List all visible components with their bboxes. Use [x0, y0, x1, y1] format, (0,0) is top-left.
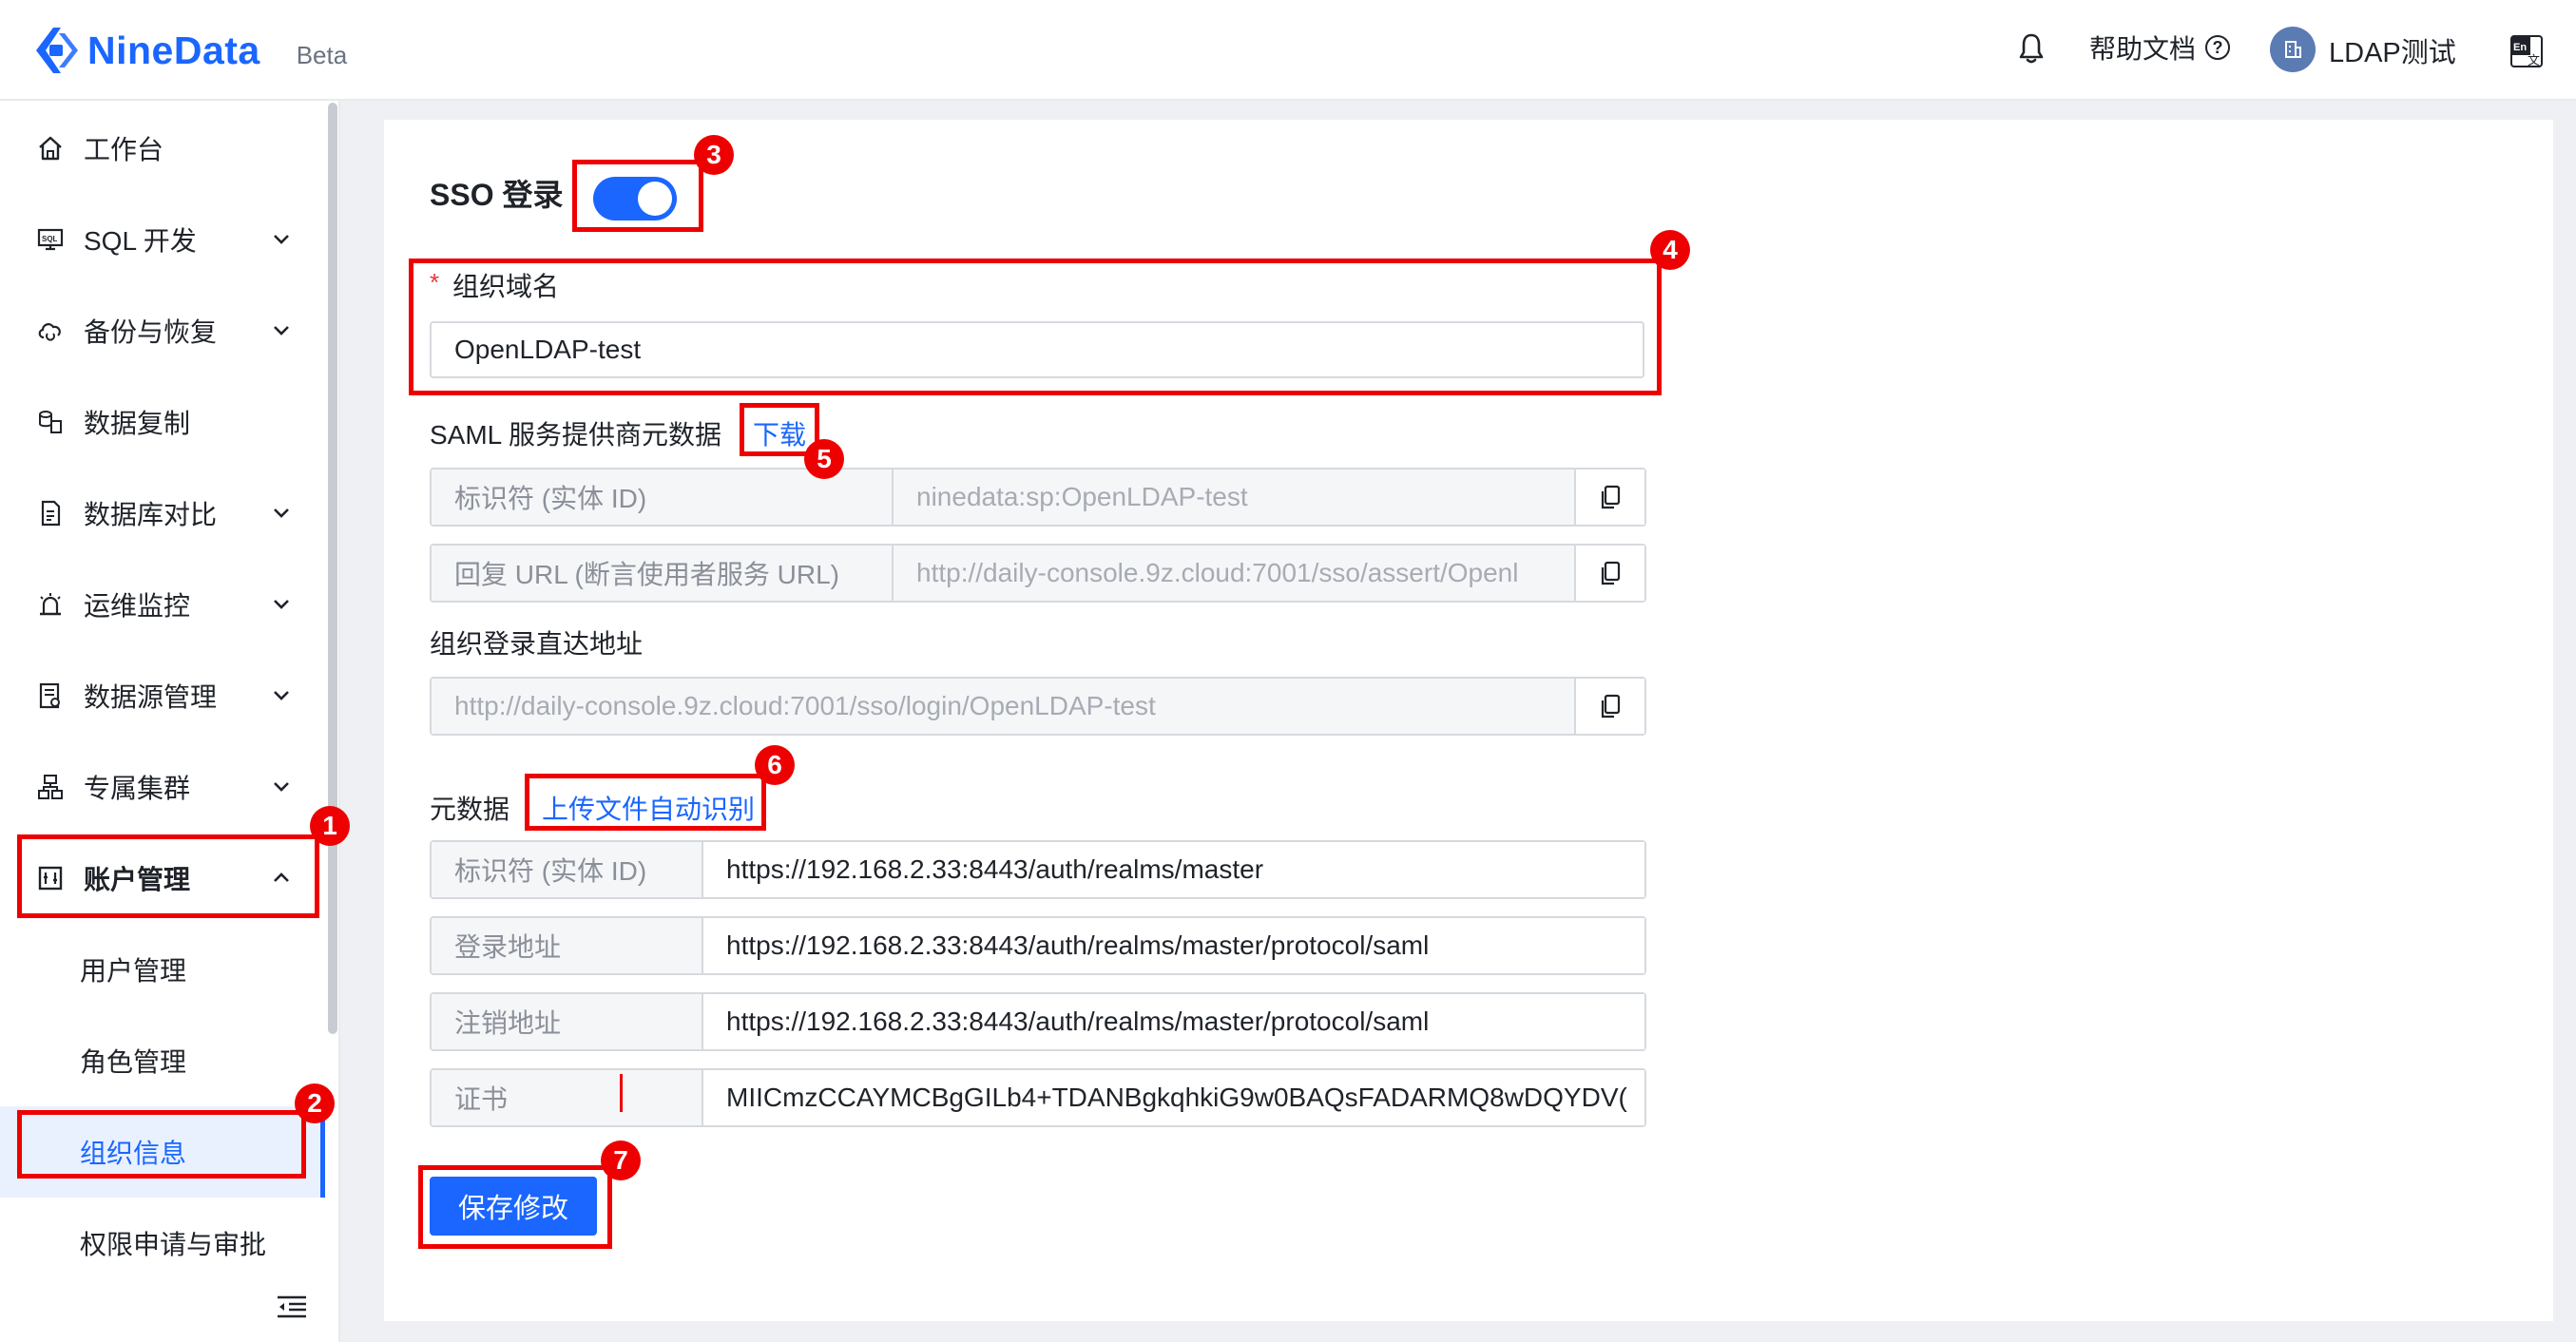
user-name[interactable]: LDAP测试 — [2329, 30, 2456, 70]
language-switch-icon[interactable]: En 文 — [2509, 34, 2544, 68]
ninedata-logo-icon — [36, 28, 78, 73]
sidebar-item-label: 工作台 — [84, 135, 164, 164]
idp-certificate-input[interactable]: MIICmzCCAYMCBgGILb4+TDANBgkqhkiG9w0BAQsF… — [703, 1070, 1644, 1125]
copy-db-icon — [39, 411, 62, 433]
sidebar-item-label: 数据库对比 — [84, 500, 218, 529]
copy-button[interactable] — [1574, 470, 1644, 525]
help-docs-link[interactable]: 帮助文档 ? — [2089, 29, 2231, 67]
callout-badge: 1 — [310, 806, 350, 846]
callout-badge: 4 — [1650, 230, 1690, 270]
sidebar-item-label: 专属集群 — [84, 774, 191, 803]
idp-login-url-key: 登录地址 — [432, 918, 703, 973]
question-circle-icon: ? — [2205, 35, 2231, 60]
metadata-label: 元数据 — [430, 795, 510, 824]
callout-badge: 7 — [601, 1141, 641, 1180]
svg-text:SQL: SQL — [42, 235, 58, 243]
beta-tag: Beta — [296, 40, 348, 69]
home-icon — [39, 136, 62, 161]
sidebar-item-label: 用户管理 — [80, 956, 187, 986]
sp-entity-id-row: 标识符 (实体 ID) ninedata:sp:OpenLDAP-test — [430, 468, 1646, 527]
menu-fold-icon[interactable] — [276, 1294, 308, 1319]
chevron-down-icon — [274, 691, 289, 700]
chevron-down-icon — [274, 326, 289, 336]
sidebar-item-datasource[interactable]: 数据源管理 — [0, 650, 323, 741]
callout-box — [17, 1110, 306, 1179]
sidebar-item-sql[interactable]: SQL SQL 开发 — [0, 194, 323, 285]
callout-box — [572, 160, 703, 232]
saml-sp-metadata-label: SAML 服务提供商元数据 — [430, 420, 721, 450]
idp-certificate-row: 证书 MIICmzCCAYMCBgGILb4+TDANBgkqhkiG9w0BA… — [430, 1068, 1646, 1127]
sidebar-item-permissions[interactable]: 权限申请与审批 — [0, 1198, 323, 1289]
sidebar-item-backup[interactable]: 备份与恢复 — [0, 285, 323, 376]
bell-icon[interactable] — [2017, 32, 2046, 65]
svg-text:文: 文 — [2528, 54, 2540, 68]
callout-badge: 5 — [804, 439, 844, 479]
sidebar-item-replication[interactable]: 数据复制 — [0, 376, 323, 468]
chevron-down-icon — [274, 508, 289, 518]
sidebar-item-label: 角色管理 — [80, 1047, 187, 1077]
sidebar-item-label: 备份与恢复 — [84, 317, 218, 347]
idp-login-url-row: 登录地址 https://192.168.2.33:8443/auth/real… — [430, 916, 1646, 975]
sidebar-scrollbar[interactable] — [328, 103, 337, 1034]
sidebar-item-cluster[interactable]: 专属集群 — [0, 741, 323, 833]
cloud-sync-icon — [38, 323, 61, 341]
sp-entity-id-value: ninedata:sp:OpenLDAP-test — [894, 470, 1574, 525]
sidebar-item-roles[interactable]: 角色管理 — [0, 1015, 323, 1106]
idp-entity-id-row: 标识符 (实体 ID) https://192.168.2.33:8443/au… — [430, 840, 1646, 899]
idp-entity-id-key: 标识符 (实体 ID) — [432, 842, 703, 897]
callout-box — [418, 1165, 612, 1249]
brand[interactable]: NineData Beta — [32, 19, 347, 82]
chevron-down-icon — [274, 235, 289, 244]
callout-badge: 3 — [694, 135, 734, 175]
sp-reply-url-value: http://daily-console.9z.cloud:7001/sso/a… — [894, 546, 1574, 601]
direct-login-value: http://daily-console.9z.cloud:7001/sso/l… — [432, 679, 1574, 734]
datasource-icon — [39, 682, 60, 709]
sidebar-item-label: SQL 开发 — [84, 226, 197, 256]
help-docs-label: 帮助文档 — [2089, 34, 2197, 64]
callout-box — [409, 259, 1662, 395]
idp-entity-id-input[interactable]: https://192.168.2.33:8443/auth/realms/ma… — [703, 842, 1644, 897]
sidebar-item-label: 数据复制 — [84, 409, 191, 438]
building-icon — [2285, 41, 2301, 58]
sql-icon: SQL — [37, 228, 64, 251]
svg-text:En: En — [2513, 42, 2527, 53]
idp-logout-url-row: 注销地址 https://192.168.2.33:8443/auth/real… — [430, 992, 1646, 1051]
direct-login-label: 组织登录直达地址 — [430, 629, 644, 659]
idp-logout-url-input[interactable]: https://192.168.2.33:8443/auth/realms/ma… — [703, 994, 1644, 1049]
cluster-icon — [38, 775, 63, 799]
sidebar-item-monitor[interactable]: 运维监控 — [0, 559, 323, 650]
callout-box — [525, 774, 766, 831]
sidebar-item-workbench[interactable]: 工作台 — [0, 103, 323, 194]
callout-badge: 2 — [295, 1083, 335, 1123]
top-bar: NineData Beta 帮助文档 ? LDAP测试 En 文 — [0, 0, 2576, 101]
chevron-down-icon — [274, 782, 289, 792]
callout-box — [17, 834, 319, 918]
avatar[interactable] — [2270, 27, 2316, 72]
sp-reply-url-key: 回复 URL (断言使用者服务 URL) — [432, 546, 894, 601]
alarm-icon — [40, 593, 61, 616]
compare-doc-icon — [41, 500, 61, 527]
sso-login-label: SSO 登录 — [430, 178, 564, 212]
sidebar-item-label: 权限申请与审批 — [80, 1230, 267, 1259]
idp-login-url-input[interactable]: https://192.168.2.33:8443/auth/realms/ma… — [703, 918, 1644, 973]
direct-login-row: http://daily-console.9z.cloud:7001/sso/l… — [430, 677, 1646, 736]
copy-icon — [1601, 561, 1621, 585]
sidebar-item-users[interactable]: 用户管理 — [0, 924, 323, 1015]
text-cursor — [620, 1074, 623, 1112]
copy-button[interactable] — [1574, 546, 1644, 601]
sidebar-item-label: 运维监控 — [84, 591, 191, 621]
sidebar-item-label: 数据源管理 — [84, 682, 218, 712]
copy-button[interactable] — [1574, 679, 1644, 734]
idp-certificate-key: 证书 — [432, 1070, 703, 1125]
sp-reply-url-row: 回复 URL (断言使用者服务 URL) http://daily-consol… — [430, 544, 1646, 603]
sidebar-item-compare[interactable]: 数据库对比 — [0, 468, 323, 559]
chevron-down-icon — [274, 600, 289, 609]
idp-logout-url-key: 注销地址 — [432, 994, 703, 1049]
copy-icon — [1601, 485, 1621, 509]
copy-icon — [1601, 694, 1621, 719]
brand-name: NineData — [87, 28, 260, 72]
callout-badge: 6 — [755, 745, 795, 785]
